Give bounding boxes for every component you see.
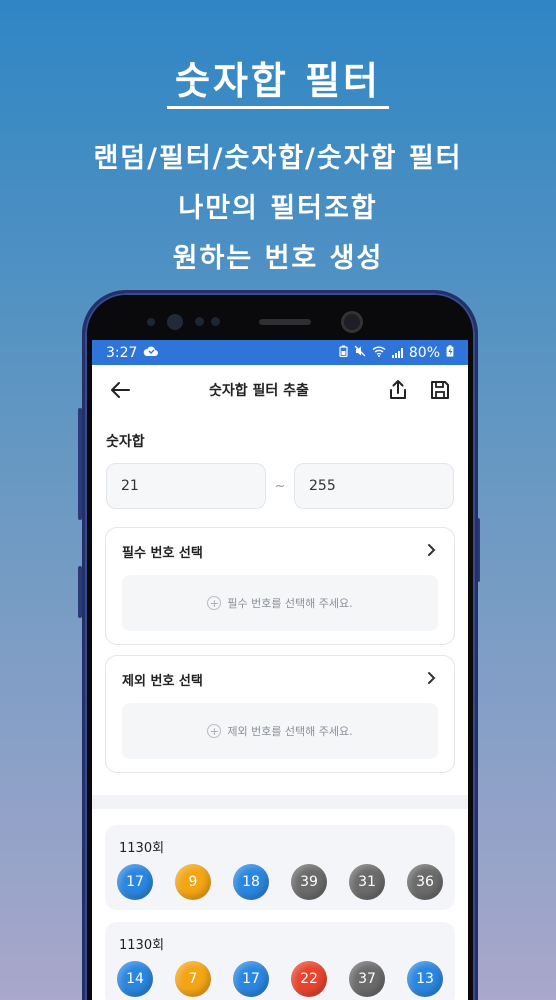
lotto-ball: 7 (175, 961, 211, 997)
promo-underline (167, 106, 389, 109)
plus-circle-icon: + (207, 724, 222, 738)
back-arrow-icon[interactable] (108, 378, 132, 402)
earpiece-speaker (259, 319, 311, 325)
chevron-right-icon[interactable] (424, 670, 438, 689)
wifi-icon (372, 345, 386, 361)
excluded-numbers-empty[interactable]: + 제외 번호를 선택해 주세요. (122, 703, 438, 759)
lotto-ball: 37 (349, 961, 385, 997)
battery-charging-icon (446, 344, 454, 361)
lotto-ball: 14 (117, 961, 153, 997)
promo-line-3: 원하는 번호 생성 (172, 243, 384, 274)
lotto-ball: 17 (233, 961, 269, 997)
app-screen: 3:27 80% 숫자합 필터 추출 숫자합 21 ~ 255 필수 번호 선택… (92, 340, 468, 1000)
excluded-numbers-card[interactable]: 제외 번호 선택 + 제외 번호를 선택해 주세요. (105, 655, 455, 773)
lotto-ball: 39 (291, 864, 327, 900)
save-icon[interactable] (428, 378, 452, 402)
battery-percent: 80% (408, 344, 440, 361)
lotto-balls: 14 7 17 22 37 13 (117, 961, 443, 997)
page-title: 숫자합 필터 추출 (209, 383, 309, 399)
signal-icon (391, 347, 403, 358)
draw-result-card: 1130회 14 7 17 22 37 13 (105, 922, 455, 1000)
promo-line-2: 나만의 필터조합 (178, 193, 378, 224)
battery-saver-icon (339, 345, 348, 361)
chevron-right-icon[interactable] (424, 542, 438, 561)
draw-result-card: 1130회 17 9 18 39 31 36 (105, 825, 455, 910)
range-separator: ~ (274, 478, 286, 494)
excluded-numbers-placeholder: 제외 번호를 선택해 주세요. (227, 725, 353, 738)
phone-top-bezel (91, 299, 475, 339)
sensor-dot (211, 317, 220, 326)
required-numbers-card[interactable]: 필수 번호 선택 + 필수 번호를 선택해 주세요. (105, 527, 455, 645)
lotto-ball: 36 (407, 864, 443, 900)
promo-line-1: 랜덤/필터/숫자합/숫자합 필터 (93, 143, 463, 174)
lotto-ball: 17 (117, 864, 153, 900)
required-numbers-empty[interactable]: + 필수 번호를 선택해 주세요. (122, 575, 438, 631)
lotto-balls: 17 9 18 39 31 36 (117, 864, 443, 900)
status-bar: 3:27 80% (92, 340, 468, 365)
sensor-dot (195, 317, 204, 326)
draw-round-label: 1130회 (119, 841, 165, 856)
front-camera (341, 311, 363, 333)
section-divider (92, 795, 468, 809)
lotto-ball: 13 (407, 961, 443, 997)
sum-range: ~ (92, 463, 468, 509)
lotto-ball: 22 (291, 961, 327, 997)
sensor-dot (147, 318, 155, 326)
weather-cloud-icon (143, 345, 159, 361)
mute-icon (354, 345, 366, 361)
promo-title: 숫자합 필터 (174, 59, 382, 103)
draw-round-label: 1130회 (119, 938, 165, 953)
status-time: 3:27 (106, 344, 138, 361)
required-numbers-placeholder: 필수 번호를 선택해 주세요. (227, 597, 353, 610)
app-bar: 숫자합 필터 추출 (92, 365, 468, 415)
required-numbers-title: 필수 번호 선택 (122, 546, 203, 561)
sum-min-input[interactable] (106, 463, 266, 509)
sum-label: 숫자합 (106, 434, 145, 450)
share-icon[interactable] (386, 378, 410, 402)
lotto-ball: 9 (175, 864, 211, 900)
excluded-numbers-title: 제외 번호 선택 (122, 674, 203, 689)
sum-max-input[interactable] (294, 463, 454, 509)
front-sensor (167, 314, 183, 330)
lotto-ball: 18 (233, 864, 269, 900)
plus-circle-icon: + (207, 596, 222, 610)
lotto-ball: 31 (349, 864, 385, 900)
